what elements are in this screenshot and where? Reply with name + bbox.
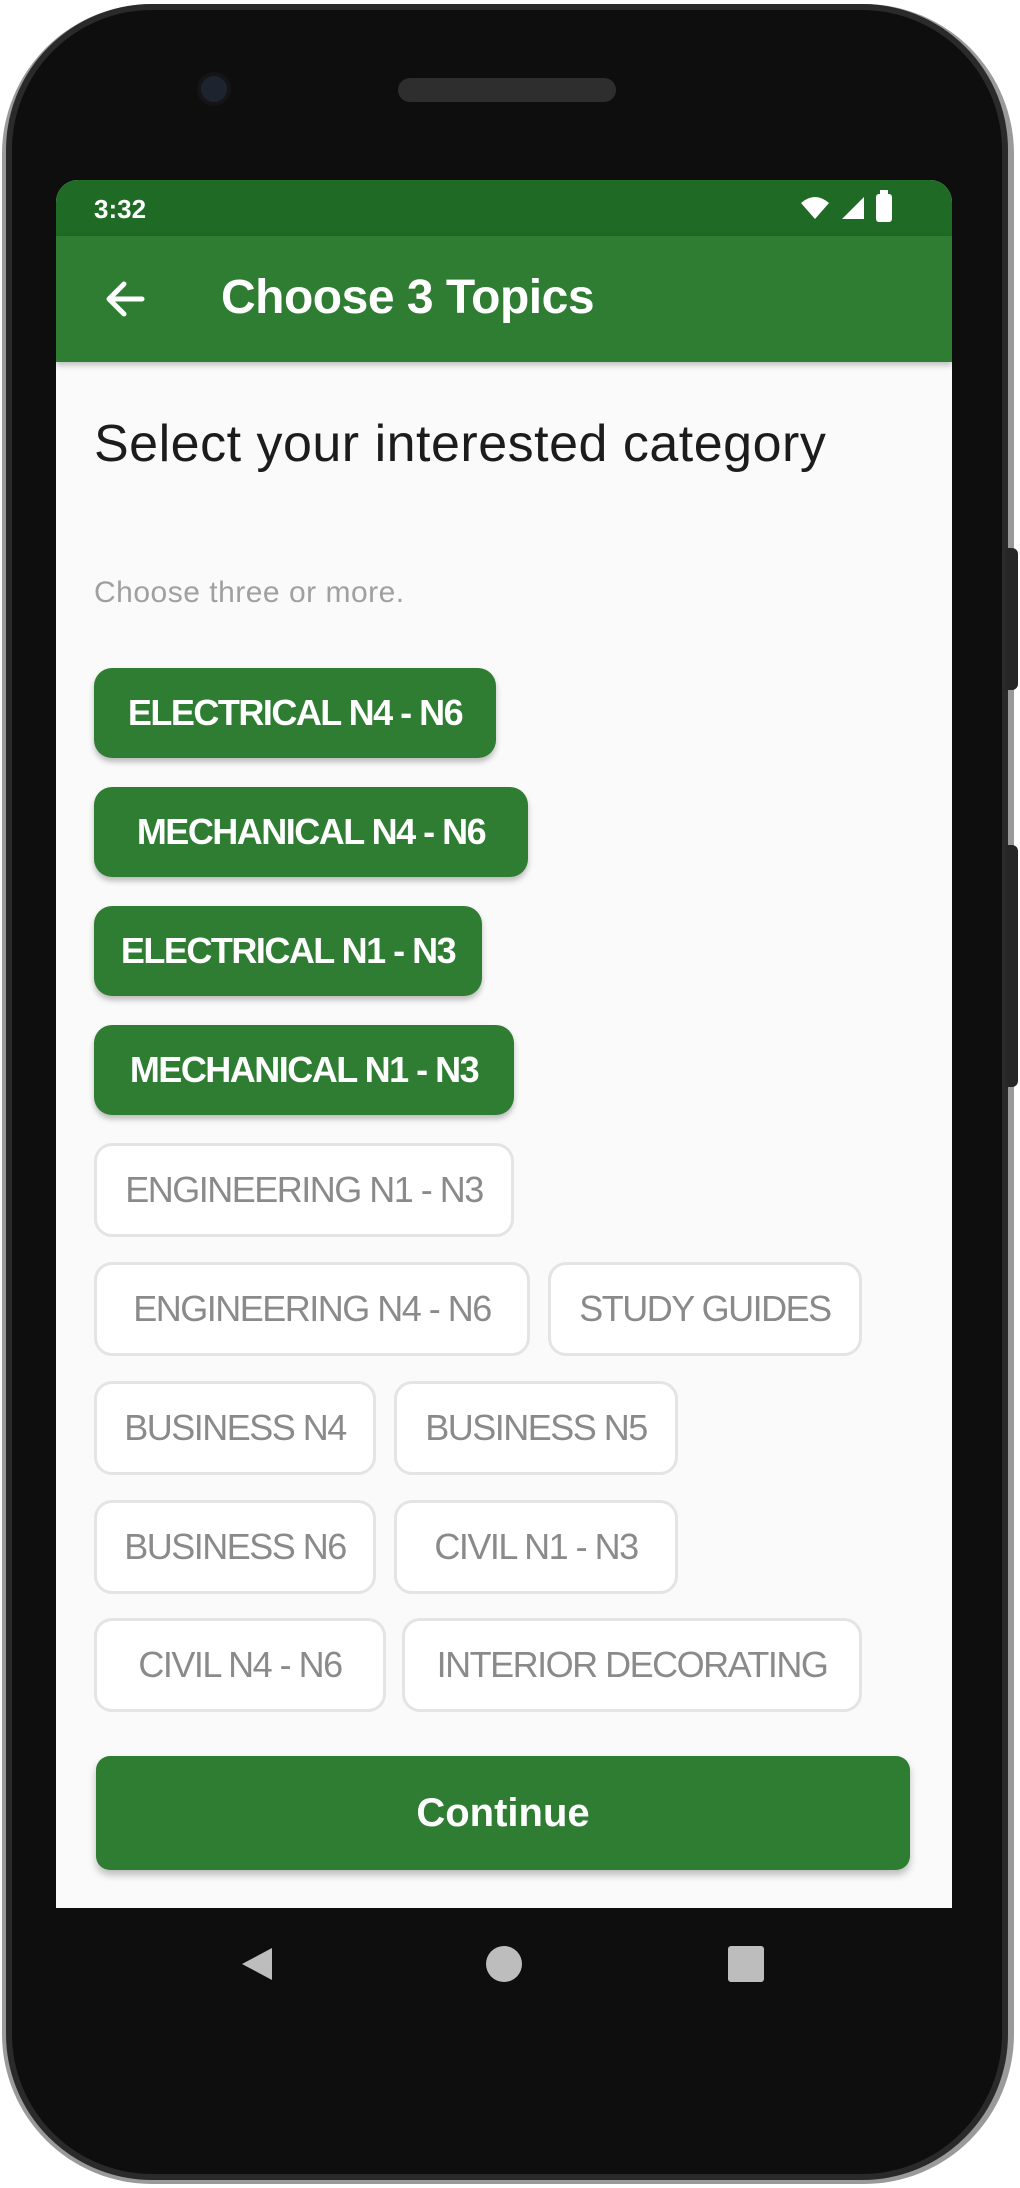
status-time: 3:32	[94, 194, 147, 224]
topic-chip[interactable]: CIVIL N4 - N6	[94, 1618, 386, 1712]
topic-chip[interactable]: ELECTRICAL N1 - N3	[94, 906, 482, 996]
section-heading: Select your interested category	[94, 415, 827, 473]
volume-button	[1006, 845, 1018, 1087]
topic-chip[interactable]: ENGINEERING N4 - N6	[94, 1262, 530, 1356]
nav-recents-icon[interactable]	[728, 1946, 764, 1982]
arrow-left-icon[interactable]	[100, 274, 150, 324]
topic-chip[interactable]: BUSINESS N4	[94, 1381, 376, 1475]
signal-icon	[842, 197, 864, 219]
status-icons	[800, 190, 892, 222]
power-button	[1006, 548, 1018, 690]
continue-button[interactable]: Continue	[96, 1756, 910, 1870]
topic-chip[interactable]: STUDY GUIDES	[548, 1262, 862, 1356]
battery-icon	[876, 190, 892, 222]
topic-chip[interactable]: BUSINESS N6	[94, 1500, 376, 1594]
topic-chip[interactable]: BUSINESS N5	[394, 1381, 678, 1475]
app-bar: Choose 3 Topics	[56, 236, 952, 362]
nav-home-icon[interactable]	[486, 1946, 522, 1982]
earpiece-speaker	[398, 78, 616, 102]
status-bar: 3:32	[56, 180, 952, 236]
topic-chip[interactable]: CIVIL N1 - N3	[394, 1500, 678, 1594]
topic-chip[interactable]: ELECTRICAL N4 - N6	[94, 668, 496, 758]
topic-chip[interactable]: MECHANICAL N1 - N3	[94, 1025, 514, 1115]
topic-chip[interactable]: INTERIOR DECORATING	[402, 1618, 862, 1712]
nav-back-icon[interactable]	[240, 1946, 274, 1982]
topic-chip[interactable]: MECHANICAL N4 - N6	[94, 787, 528, 877]
page-title: Choose 3 Topics	[221, 271, 595, 324]
topic-chip[interactable]: ENGINEERING N1 - N3	[94, 1143, 514, 1237]
app-screen: 3:32 Choose 3 Topics Select your interes…	[56, 180, 952, 1908]
front-camera	[197, 72, 231, 106]
wifi-icon	[801, 197, 829, 219]
section-subheading: Choose three or more.	[94, 576, 405, 609]
system-nav-bar	[56, 1908, 952, 2018]
